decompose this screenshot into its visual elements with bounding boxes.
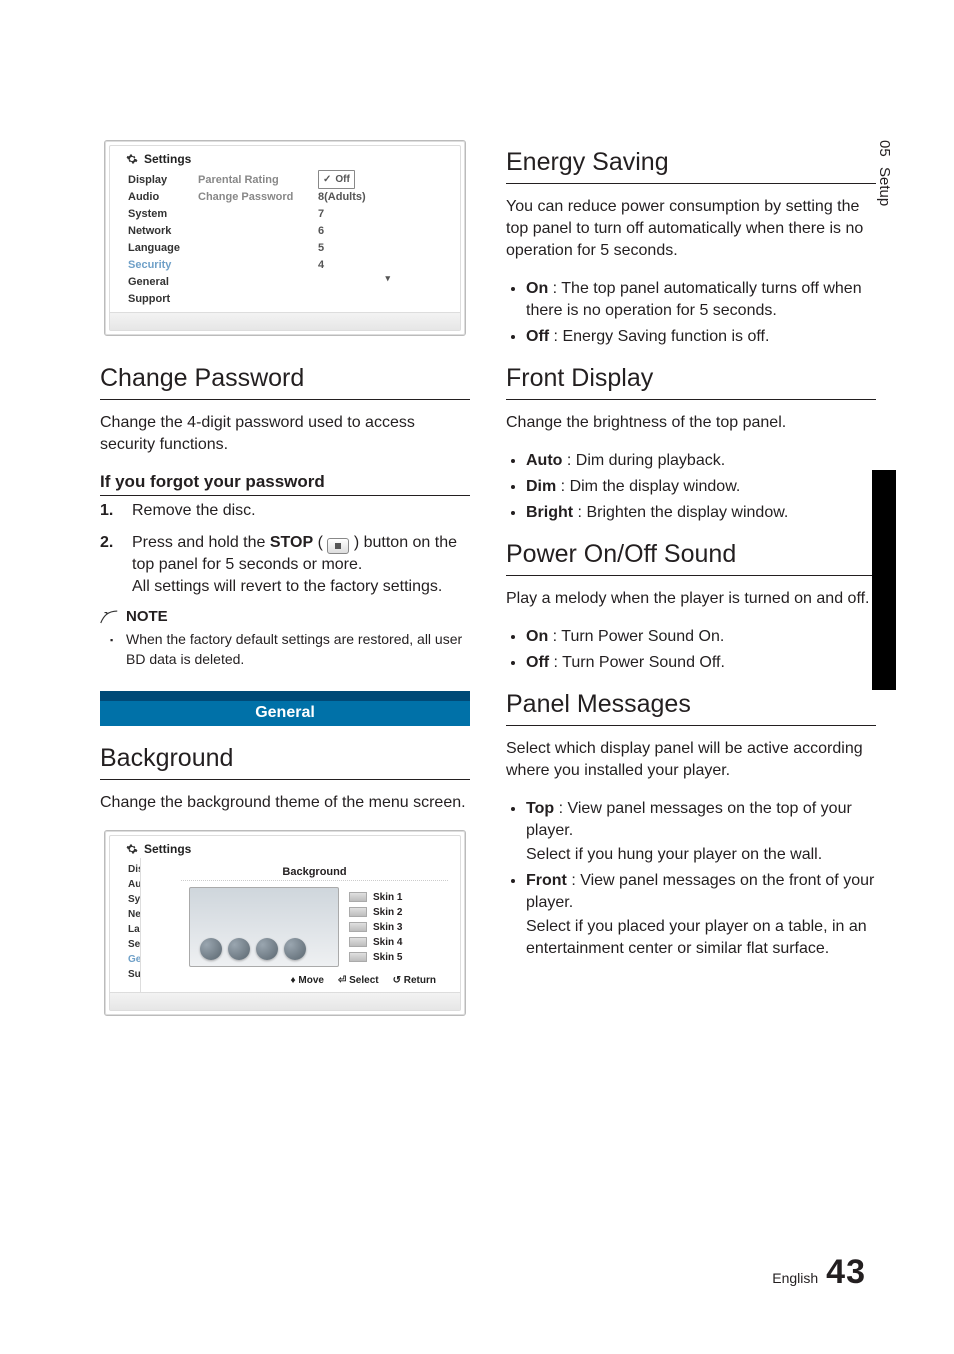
note-item: When the factory default settings are re… [126, 629, 470, 669]
note-list: When the factory default settings are re… [100, 629, 470, 669]
option-6[interactable]: 6 [318, 223, 410, 240]
power-on: On : Turn Power Sound On. [526, 626, 876, 648]
hint-move: ♦ Move [291, 975, 324, 986]
skin-option-5[interactable]: Skin 5 [349, 950, 440, 965]
sidebar-item-language[interactable]: Language [128, 240, 198, 257]
sidebar-item-system[interactable]: System [128, 206, 198, 223]
popup-footer: ♦ Move ⏎ Select ↺ Return [181, 971, 448, 992]
energy-on: On : The top panel automatically turns o… [526, 278, 876, 322]
gear-icon [126, 843, 138, 855]
option-5[interactable]: 5 [318, 240, 410, 257]
footer-language: English [772, 1270, 818, 1286]
text-background: Change the background theme of the menu … [100, 792, 470, 814]
step-2: Press and hold the STOP ( ) button on th… [132, 532, 470, 598]
energy-off: Off : Energy Saving function is off. [526, 326, 876, 348]
note-icon [100, 610, 118, 624]
settings-sidebar: Display Audio System Network Language Se… [110, 168, 198, 312]
sidebar-item-audio[interactable]: Audio [128, 189, 198, 206]
panelmsg-top: Top : View panel messages on the top of … [526, 798, 876, 866]
hint-return: ↺ Return [393, 975, 436, 986]
text-panel-messages: Select which display panel will be activ… [506, 738, 876, 782]
scroll-down-icon[interactable]: ▾ [318, 274, 410, 282]
background-popup: Background Skin 1 Skin 2 Skin 3 [181, 864, 448, 992]
popup-title: Background [181, 864, 448, 881]
text-power-sound: Play a melody when the player is turned … [506, 588, 876, 610]
hint-select: ⏎ Select [338, 975, 379, 986]
frontdisp-bright: Bright : Brighten the display window. [526, 502, 876, 524]
chapter-number: 05 [872, 140, 896, 157]
page: 05 Setup Settings Display Audio System [0, 0, 954, 1354]
chapter-label: Setup [872, 167, 896, 206]
stop-button-icon [327, 538, 349, 554]
settings-panel-background: Settings Dis Au Sy Ne La Se Ge Su [104, 830, 466, 1016]
skin-option-2[interactable]: Skin 2 [349, 905, 440, 920]
option-off[interactable]: ✓Off [318, 170, 355, 189]
skin-option-1[interactable]: Skin 1 [349, 890, 440, 905]
option-7[interactable]: 7 [318, 206, 410, 223]
note-heading: NOTE [100, 608, 470, 625]
settings-submenu: Parental Rating Change Password [198, 168, 318, 312]
sidebar-item-display[interactable]: Display [128, 172, 198, 189]
sidebar-item-support[interactable]: Support [128, 291, 198, 308]
text-energy: You can reduce power consumption by sett… [506, 196, 876, 262]
skin-preview [189, 887, 339, 967]
heading-energy: Energy Saving [506, 148, 876, 177]
check-icon: ✓ [323, 171, 331, 188]
chapter-tab: 05 Setup [872, 140, 896, 260]
rule [100, 399, 470, 400]
option-8adults[interactable]: 8(Adults) [318, 189, 410, 206]
heading-forgot-password: If you forgot your password [100, 472, 470, 496]
settings-sidebar-trunc: Dis Au Sy Ne La Se Ge Su [110, 858, 140, 992]
text-change-password: Change the 4-digit password used to acce… [100, 412, 470, 456]
heading-power-sound: Power On/Off Sound [506, 540, 876, 569]
section-general: General [100, 691, 470, 726]
frontdisp-auto: Auto : Dim during playback. [526, 450, 876, 472]
text-front-display: Change the brightness of the top panel. [506, 412, 876, 434]
forgot-steps: 1.Remove the disc. 2. Press and hold the… [100, 500, 470, 598]
page-number: 43 [826, 1253, 866, 1292]
heading-front-display: Front Display [506, 364, 876, 393]
gear-icon [126, 153, 138, 165]
option-4[interactable]: 4 [318, 257, 410, 274]
sidebar-item-general[interactable]: General [128, 274, 198, 291]
skin-list: Skin 1 Skin 2 Skin 3 Skin 4 Skin 5 [349, 890, 440, 965]
settings-panel-security: Settings Display Audio System Network La… [104, 140, 466, 336]
heading-panel-messages: Panel Messages [506, 690, 876, 719]
panel-title: Settings [144, 842, 191, 856]
panelmsg-front: Front : View panel messages on the front… [526, 870, 876, 960]
power-off: Off : Turn Power Sound Off. [526, 652, 876, 674]
sidebar-item-security[interactable]: Security [128, 257, 198, 274]
skin-option-4[interactable]: Skin 4 [349, 935, 440, 950]
left-column: Settings Display Audio System Network La… [100, 140, 470, 1044]
skin-option-3[interactable]: Skin 3 [349, 920, 440, 935]
rating-options: ✓Off 8(Adults) 7 6 5 4 ▾ [318, 168, 410, 312]
page-footer: English 43 [772, 1253, 866, 1292]
sidebar-item-network[interactable]: Network [128, 223, 198, 240]
heading-background: Background [100, 744, 470, 773]
heading-change-password: Change Password [100, 364, 470, 393]
submenu-parental-rating[interactable]: Parental Rating [198, 172, 318, 189]
right-column: Energy Saving You can reduce power consu… [506, 140, 876, 1044]
thumb-tab [872, 470, 896, 690]
step-1: Remove the disc. [132, 500, 470, 522]
frontdisp-dim: Dim : Dim the display window. [526, 476, 876, 498]
panel-title: Settings [144, 152, 191, 166]
submenu-change-password[interactable]: Change Password [198, 189, 318, 206]
